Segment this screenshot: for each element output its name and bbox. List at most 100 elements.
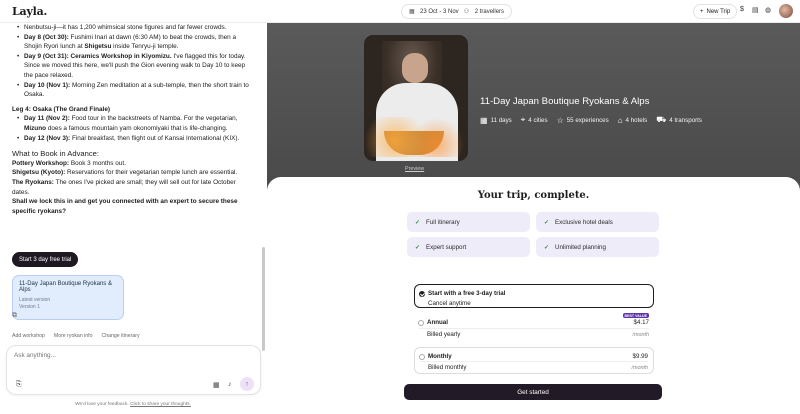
stat-days: ▦ 11 days <box>480 116 512 125</box>
version-number: Version 1 <box>19 304 40 310</box>
itinerary-version-card[interactable]: 11-Day Japan Boutique Ryokans & Alps Lat… <box>12 275 124 320</box>
plan-divider <box>420 361 648 362</box>
suggestion-ryokan-info[interactable]: More ryokan info <box>54 333 93 339</box>
stat-transports-label: 4 transports <box>669 116 702 124</box>
chat-panel: Nenbutsu-ji—it has 1,200 whimsical stone… <box>0 23 266 414</box>
user-avatar[interactable] <box>779 4 793 18</box>
start-trial-button[interactable]: Start 3 day free trial <box>12 252 79 267</box>
trip-stats: ▦ 11 days ⌖ 4 cities ☆ 55 experiences ⌂ 4 ho… <box>480 115 702 125</box>
advance-label: Shigetsu (Kyoto): <box>12 169 66 177</box>
advance-item: Pottery Workshop: Book 3 months out. <box>12 159 254 169</box>
plan-price: $9.99 <box>632 353 648 360</box>
radio-icon <box>419 354 425 360</box>
advance-item: The Ryokans: The ones I've picked are sm… <box>12 178 254 197</box>
suggestion-add-workshop[interactable]: Add workshop <box>12 333 45 339</box>
preview-link[interactable]: Preview <box>405 166 424 172</box>
feature-label: Full itinerary <box>426 218 460 226</box>
plan-free-trial[interactable]: Start with a free 3-day trial Cancel any… <box>414 284 654 308</box>
calendar-icon[interactable]: ▦ <box>213 381 220 389</box>
feature-label: Exclusive hotel deals <box>555 218 613 226</box>
day-text: does a famous mountain yam okonomiyaki t… <box>46 124 228 132</box>
trip-panel: Preview 11-Day Japan Boutique Ryokans & … <box>267 23 800 414</box>
stat-hotels-label: 4 hotels <box>625 116 648 124</box>
plan-name: Start with a free 3-day trial <box>428 290 506 297</box>
plan-sub: Billed yearly <box>427 331 461 338</box>
feature-hotel-deals: ✓ Exclusive hotel deals <box>536 212 659 232</box>
trip-dates: 23 Oct - 3 Nov <box>420 8 459 15</box>
advance-label: Pottery Workshop: <box>12 159 70 167</box>
person-icon: ⚇ <box>463 8 470 15</box>
top-bar: Layla. ▦ 23 Oct - 3 Nov ⚇ 2 travellers +… <box>0 0 800 23</box>
stat-days-label: 11 days <box>490 116 512 124</box>
star-icon: ☆ <box>556 115 564 125</box>
version-status: Latest version <box>19 297 51 303</box>
stat-experiences: ☆ 55 experiences <box>557 116 609 125</box>
chat-intro: Nenbutsu-ji—it has 1,200 whimsical stone… <box>24 24 227 31</box>
plan-sub: Cancel anytime <box>428 300 471 307</box>
list-item: Day 8 (Oct 30): Fushimi Inari at dawn (6… <box>17 33 254 52</box>
bed-icon: ⌂ <box>617 115 623 125</box>
plus-icon: + <box>700 8 704 15</box>
plan-monthly[interactable]: Monthly $9.99 Billed monthly /month <box>414 347 654 374</box>
venue-name: Mizuno <box>24 124 47 132</box>
chat-input[interactable] <box>14 352 244 359</box>
list-item: Day 9 (Oct 31): Ceramics Workshop in Kiy… <box>17 52 254 81</box>
radio-icon <box>418 320 424 326</box>
suggestion-chips: Add workshop More ryokan info Change iti… <box>12 333 140 339</box>
venue-name: Shigetsu <box>84 43 112 51</box>
calendar-icon: ▦ <box>409 8 415 15</box>
get-started-button[interactable]: Get started <box>404 384 662 400</box>
plan-divider <box>419 328 649 329</box>
day-label: Day 12 (Nov 3): <box>24 134 71 142</box>
feedback-link[interactable]: Click to share your thoughts. <box>130 402 191 407</box>
pin-icon: ⌖ <box>520 115 526 124</box>
day-label: Day 10 (Nov 1): <box>24 81 71 89</box>
radio-selected-icon <box>419 291 425 297</box>
leg4-heading: Leg 4: Osaka (The Grand Finale) <box>12 105 111 113</box>
plan-sub: Billed monthly <box>428 364 467 371</box>
stat-experiences-label: 55 experiences <box>566 116 609 124</box>
stat-hotels: ⌂ 4 hotels <box>618 116 648 125</box>
suggestion-change-itinerary[interactable]: Change itinerary <box>102 333 140 339</box>
logo[interactable]: Layla. <box>12 5 47 18</box>
language-flag-icon[interactable]: ▤ <box>752 6 759 14</box>
stat-cities: ⌖ 4 cities <box>521 115 548 125</box>
paywall-title: Your trip, complete. <box>477 190 590 201</box>
image-chef-face <box>402 53 428 83</box>
chat-scrollbar[interactable] <box>262 247 265 351</box>
microphone-icon[interactable]: ♪ <box>228 381 232 388</box>
globe-icon[interactable]: ◍ <box>765 6 771 14</box>
new-trip-button[interactable]: + New Trip <box>693 4 738 19</box>
day-text: Final breakfast, then flight out of Kans… <box>70 134 240 142</box>
plan-name: Monthly <box>428 353 452 360</box>
list-item: Day 11 (Nov 2): Food tour in the backstr… <box>17 114 254 133</box>
check-icon: ✓ <box>415 219 421 226</box>
plan-annual[interactable]: BEST VALUE Annual $4.17 Billed yearly /m… <box>414 313 654 342</box>
currency-selector[interactable]: $ <box>740 6 744 13</box>
feature-label: Expert support <box>426 243 467 251</box>
advance-label: The Ryokans: <box>12 178 54 186</box>
leg3-list: Day 8 (Oct 30): Fushimi Inari at dawn (6… <box>12 33 254 100</box>
check-icon: ✓ <box>544 219 550 226</box>
trip-dates-travellers-selector[interactable]: ▦ 23 Oct - 3 Nov ⚇ 2 travellers <box>401 4 513 19</box>
stat-transports: ⛟ 4 transports <box>656 115 702 125</box>
chat-message: Nenbutsu-ji—it has 1,200 whimsical stone… <box>12 23 254 216</box>
feature-expert-support: ✓ Expert support <box>407 237 530 257</box>
send-button[interactable]: ↑ <box>240 377 254 391</box>
day-label: Day 11 (Nov 2): <box>24 115 70 123</box>
list-item: Day 10 (Nov 1): Morning Zen meditation a… <box>17 81 254 100</box>
chat-input-box: ⎘ ▦ ♪ ↑ <box>6 345 261 395</box>
new-trip-label: New Trip <box>706 8 731 15</box>
paperclip-icon[interactable]: ⎘ <box>16 381 22 389</box>
closing-question: Shall we lock this in and get you connec… <box>12 198 238 215</box>
feature-full-itinerary: ✓ Full itinerary <box>407 212 530 232</box>
trip-cover-image[interactable] <box>364 35 468 161</box>
travellers-count: 2 travellers <box>474 8 505 15</box>
day-text: inside Tenryu-ji temple. <box>111 43 179 51</box>
plan-name: Annual <box>427 319 448 326</box>
stat-cities-label: 4 cities <box>528 116 548 124</box>
day-text: Food tour in the backstreets of Namba. F… <box>69 115 238 123</box>
check-icon: ✓ <box>415 244 421 251</box>
advance-heading: What to Book in Advance: <box>12 149 99 159</box>
copy-icon[interactable]: ⧉ <box>12 312 17 320</box>
